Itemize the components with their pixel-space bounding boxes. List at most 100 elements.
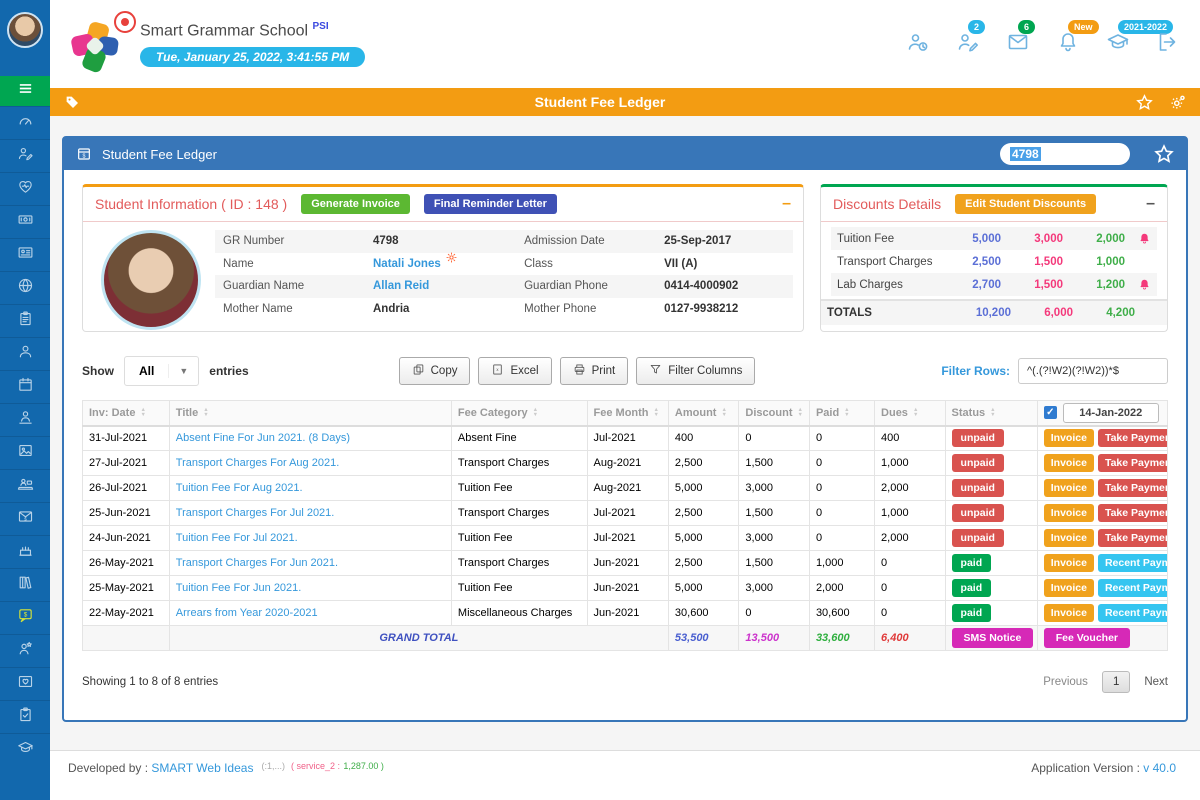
student-edits-button[interactable]: 2: [956, 30, 980, 59]
sidebar-item-health[interactable]: [0, 172, 50, 205]
invoice-button[interactable]: Invoice: [1044, 554, 1094, 572]
favorite-star-icon[interactable]: [1136, 94, 1153, 111]
sidebar-item-dashboard[interactable]: [0, 106, 50, 139]
page-1-button[interactable]: 1: [1102, 671, 1130, 693]
column-header-dues[interactable]: Dues▲▼: [875, 401, 946, 426]
print-button[interactable]: Print: [560, 357, 629, 385]
user-avatar[interactable]: [7, 12, 43, 48]
search-input[interactable]: 4798: [1000, 143, 1130, 165]
fee-title-link[interactable]: Tuition Fee For Jun 2021.: [176, 582, 302, 594]
column-header-discount[interactable]: Discount▲▼: [739, 401, 810, 426]
invoice-button[interactable]: Invoice: [1044, 454, 1094, 472]
notifications-button[interactable]: New: [1056, 30, 1080, 59]
invoice-button[interactable]: Invoice: [1044, 529, 1094, 547]
fee-voucher-button[interactable]: Fee Voucher: [1044, 628, 1130, 648]
sidebar-item-fee-ledger[interactable]: $: [0, 601, 50, 634]
sidebar-item-web[interactable]: [0, 271, 50, 304]
fee-row: 24-Jun-2021Tuition Fee For Jul 2021.Tuit…: [83, 526, 1168, 551]
recent-payment-button[interactable]: Recent Payment: [1098, 579, 1168, 597]
sidebar-item-library[interactable]: [0, 568, 50, 601]
tag-icon[interactable]: [64, 94, 80, 110]
sms-notice-button[interactable]: SMS Notice: [952, 628, 1034, 648]
column-header-amount[interactable]: Amount▲▼: [668, 401, 739, 426]
column-header-fee-month[interactable]: Fee Month▲▼: [587, 401, 668, 426]
invoice-button[interactable]: Invoice: [1044, 604, 1094, 622]
column-header-title[interactable]: Title▲▼: [169, 401, 451, 426]
filter-rows-input[interactable]: [1018, 358, 1168, 384]
sidebar-item-alumni[interactable]: [0, 634, 50, 667]
edit-discounts-button[interactable]: Edit Student Discounts: [955, 194, 1096, 214]
take-payment-button[interactable]: Take Payment: [1098, 479, 1168, 497]
copy-button[interactable]: Copy: [399, 357, 471, 385]
totals-net: 4,200: [1073, 307, 1135, 319]
sidebar-item-staff[interactable]: [0, 403, 50, 436]
excel-button[interactable]: xExcel: [478, 357, 551, 385]
invoice-button[interactable]: Invoice: [1044, 579, 1094, 597]
column-header-paid[interactable]: Paid▲▼: [809, 401, 874, 426]
sidebar-item-id-cards[interactable]: [0, 238, 50, 271]
inv-date: 26-May-2021: [83, 551, 170, 576]
recent-payment-button[interactable]: Recent Payment: [1098, 604, 1168, 622]
collapse-student-card-icon[interactable]: –: [782, 199, 791, 209]
sidebar-item-exams[interactable]: [0, 304, 50, 337]
field-value[interactable]: Natali Jones: [373, 258, 524, 270]
sidebar-item-payroll[interactable]: $: [0, 502, 50, 535]
panel-star-icon[interactable]: [1154, 144, 1174, 164]
user-session-button[interactable]: [906, 30, 930, 59]
invoice-button[interactable]: Invoice: [1044, 429, 1094, 447]
fee-month: Aug-2021: [587, 476, 668, 501]
column-header-inv-date[interactable]: Inv: Date▲▼: [83, 401, 170, 426]
entries-select[interactable]: All ▼: [124, 356, 199, 386]
fee-title-link[interactable]: Transport Charges For Aug 2021.: [176, 457, 339, 469]
sidebar-item-academics[interactable]: [0, 733, 50, 766]
previous-page-button[interactable]: Previous: [1043, 676, 1088, 688]
developer-link[interactable]: SMART Web Ideas: [151, 761, 253, 775]
next-page-button[interactable]: Next: [1144, 676, 1168, 688]
fee-title-link[interactable]: Tuition Fee For Aug 2021.: [176, 482, 303, 494]
sidebar-item-student-edit[interactable]: [0, 139, 50, 172]
recent-payment-button[interactable]: Recent Payment: [1098, 554, 1168, 572]
discount-row: Lab Charges2,7001,5001,200: [831, 273, 1157, 296]
panel-title: Student Fee Ledger: [102, 147, 990, 162]
final-reminder-button[interactable]: Final Reminder Letter: [424, 194, 557, 214]
sidebar-item-students[interactable]: [0, 337, 50, 370]
sidebar-item-certificates[interactable]: [0, 667, 50, 700]
inv-date: 25-Jun-2021: [83, 501, 170, 526]
reminder-bell-icon[interactable]: [1125, 232, 1151, 245]
sidebar-item-fees[interactable]: [0, 205, 50, 238]
logout-button[interactable]: [1156, 30, 1180, 59]
field-value[interactable]: Allan Reid: [373, 280, 524, 292]
fee-title-link[interactable]: Transport Charges For Jul 2021.: [176, 507, 335, 519]
date-filter-checkbox[interactable]: ✓: [1044, 406, 1057, 419]
take-payment-button[interactable]: Take Payment: [1098, 504, 1168, 522]
fee-title-link[interactable]: Transport Charges For Jun 2021.: [176, 557, 338, 569]
fee-title-link[interactable]: Tuition Fee For Jul 2021.: [176, 532, 298, 544]
sidebar-item-gallery[interactable]: [0, 436, 50, 469]
invoice-button[interactable]: Invoice: [1044, 479, 1094, 497]
settings-gears-icon[interactable]: [1169, 94, 1186, 111]
date-filter-input[interactable]: [1063, 403, 1159, 423]
reminder-bell-icon[interactable]: [1125, 278, 1151, 291]
academic-year-button[interactable]: 2021-2022: [1106, 30, 1130, 59]
sidebar-item-online-class[interactable]: [0, 469, 50, 502]
messages-button[interactable]: 6: [1006, 30, 1030, 59]
fee-title-link[interactable]: Arrears from Year 2020-2021: [176, 607, 318, 619]
sidebar-item-birthdays[interactable]: [0, 535, 50, 568]
sidebar-item-attendance[interactable]: [0, 370, 50, 403]
grand-total-row: GRAND TOTAL 53,500 13,500 33,600 6,400 S…: [83, 626, 1168, 651]
amount: 5,000: [668, 476, 739, 501]
hamburger-menu-button[interactable]: [0, 76, 50, 106]
fee-title-link[interactable]: Absent Fine For Jun 2021. (8 Days): [176, 432, 350, 444]
generate-invoice-button[interactable]: Generate Invoice: [301, 194, 410, 214]
filter-columns-button[interactable]: Filter Columns: [636, 357, 755, 385]
take-payment-button[interactable]: Take Payment: [1098, 529, 1168, 547]
take-payment-button[interactable]: Take Payment: [1098, 454, 1168, 472]
sidebar-item-reports[interactable]: [0, 700, 50, 733]
column-header-status[interactable]: Status▲▼: [945, 401, 1037, 426]
take-payment-button[interactable]: Take Payment: [1098, 429, 1168, 447]
column-header-fee-category[interactable]: Fee Category▲▼: [451, 401, 587, 426]
name-settings-icon[interactable]: [445, 251, 458, 267]
collapse-discounts-card-icon[interactable]: –: [1146, 199, 1155, 209]
invoice-button[interactable]: Invoice: [1044, 504, 1094, 522]
gt-empty: [83, 626, 170, 651]
